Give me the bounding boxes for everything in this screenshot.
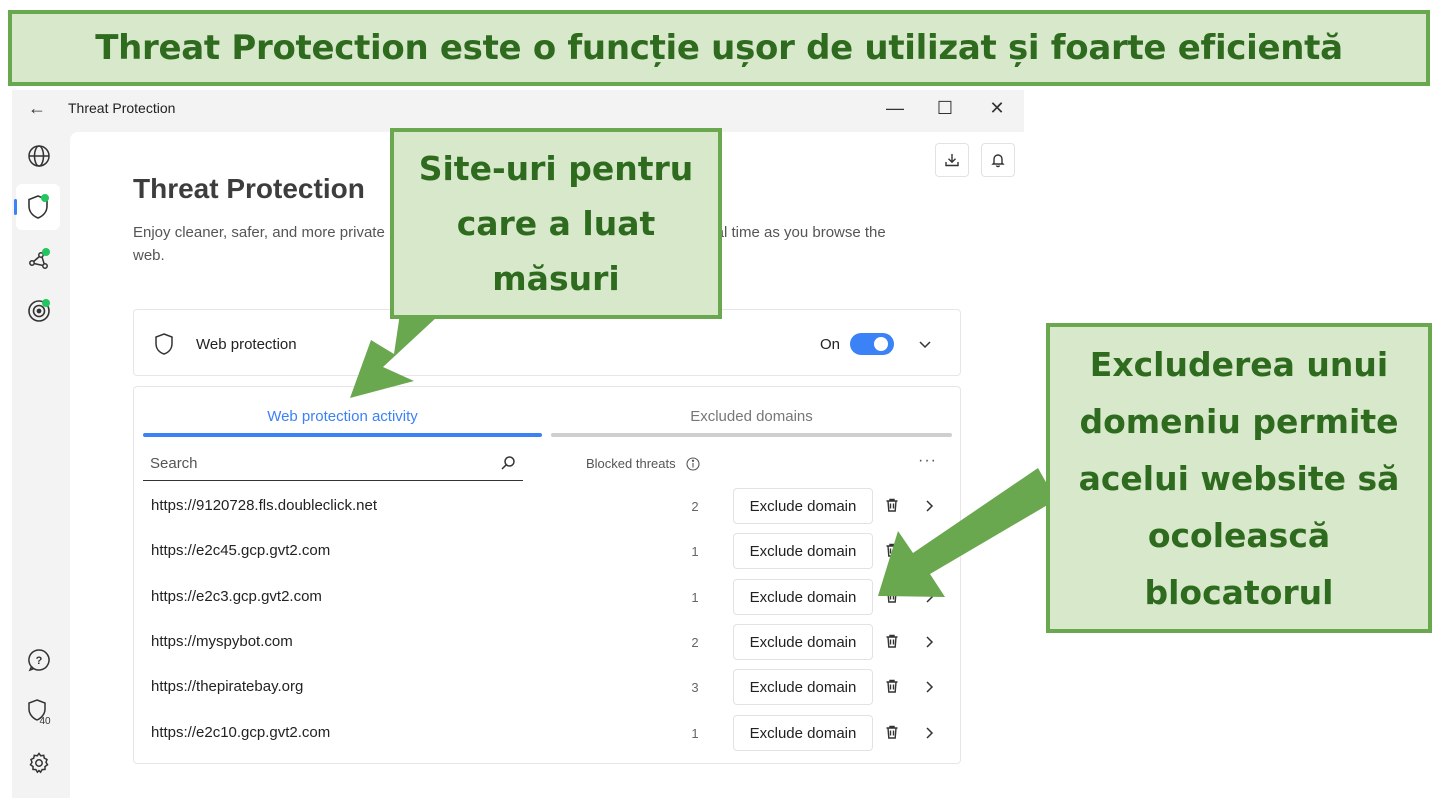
row-url: https://myspybot.com: [151, 633, 293, 650]
window-title: Threat Protection: [68, 100, 176, 116]
tab-web-protection-activity[interactable]: Web protection activity: [143, 408, 542, 425]
globe-icon[interactable]: [24, 141, 54, 171]
exclude-domain-button[interactable]: Exclude domain: [733, 715, 873, 751]
callout-exclude-line-1: Excluderea unui: [1089, 344, 1389, 384]
help-icon[interactable]: ?: [24, 645, 54, 675]
chevron-right-icon[interactable]: [921, 725, 937, 741]
row-url: https://e2c3.gcp.gvt2.com: [151, 588, 322, 605]
description-wrap: web.: [133, 247, 165, 264]
tab-excluded-domains[interactable]: Excluded domains: [551, 408, 952, 425]
row-blocked-count: 1: [691, 590, 699, 605]
shield-outline-icon: [152, 332, 176, 356]
exclude-domain-button[interactable]: Exclude domain: [733, 533, 873, 569]
chevron-right-icon[interactable]: [921, 679, 937, 695]
toggle-knob: [874, 337, 888, 351]
status-dot: [41, 194, 49, 202]
toggle-state-label: On: [820, 336, 841, 353]
exclude-domain-button[interactable]: Exclude domain: [733, 624, 873, 660]
description-left: Enjoy cleaner, safer, and more private: [133, 224, 385, 241]
trash-icon[interactable]: [884, 633, 902, 651]
row-blocked-count: 1: [691, 544, 699, 559]
row-blocked-count: 3: [691, 680, 699, 695]
download-button[interactable]: [935, 143, 969, 177]
shield-icon[interactable]: [23, 192, 53, 222]
callout-sites-line-1: Site-uri pentru: [418, 149, 694, 188]
exclude-domain-button[interactable]: Exclude domain: [733, 488, 873, 524]
chevron-down-icon[interactable]: [917, 336, 933, 352]
sidebar-active-indicator: [14, 199, 17, 215]
bell-icon: [991, 154, 1005, 168]
row-blocked-count: 1: [691, 726, 699, 741]
top-banner: Threat Protection este o funcție ușor de…: [8, 10, 1430, 86]
gear-icon[interactable]: [24, 748, 54, 778]
search-icon[interactable]: [500, 455, 516, 471]
trash-icon[interactable]: [884, 724, 902, 742]
back-arrow-icon[interactable]: ←: [28, 96, 50, 120]
status-dot: [42, 248, 50, 256]
row-url: https://9120728.fls.doubleclick.net: [151, 497, 377, 514]
callout-exclude-line-5: blocatorul: [1144, 572, 1334, 612]
network-icon[interactable]: [24, 245, 54, 275]
blocked-threats-header: Blocked threats: [586, 456, 676, 471]
close-button[interactable]: ✕: [982, 96, 1012, 120]
row-blocked-count: 2: [691, 499, 699, 514]
exclude-domain-button[interactable]: Exclude domain: [733, 669, 873, 705]
shield-badge-count: 40: [39, 716, 51, 726]
status-dot: [42, 299, 50, 307]
search-input[interactable]: Search: [150, 455, 198, 472]
download-icon: [945, 154, 959, 167]
maximize-button[interactable]: ☐: [930, 96, 960, 120]
activity-card: [133, 386, 961, 764]
callout-exclude-line-3: acelui website să: [1078, 458, 1400, 498]
shield-badge-icon[interactable]: 40: [24, 697, 54, 727]
row-url: https://e2c10.gcp.gvt2.com: [151, 724, 331, 741]
minimize-button[interactable]: —: [880, 96, 910, 120]
info-icon[interactable]: [686, 457, 700, 471]
search-underline: [143, 480, 523, 481]
row-url: https://e2c45.gcp.gvt2.com: [151, 542, 331, 559]
notifications-button[interactable]: [981, 143, 1015, 177]
active-tab-underline: [143, 433, 542, 437]
web-protection-label: Web protection: [196, 336, 297, 353]
row-blocked-count: 2: [691, 635, 699, 650]
banner-text: Threat Protection este o funcție ușor de…: [95, 28, 1343, 68]
callout-exclude-line-2: domeniu permite: [1079, 401, 1399, 441]
page-title: Threat Protection: [133, 173, 365, 204]
svg-text:?: ?: [36, 655, 43, 667]
callout-exclude-line-4: ocolească: [1147, 515, 1331, 555]
arrow-to-exclude: [868, 468, 1056, 610]
callout-sites: Site-uri pentru care a luat măsuri: [390, 128, 722, 319]
callout-exclude: Excluderea unui domeniu permite acelui w…: [1046, 323, 1432, 633]
target-icon[interactable]: [24, 296, 54, 326]
tab-underline: [551, 433, 952, 437]
callout-sites-line-2: care a luat: [456, 204, 656, 243]
row-url: https://thepiratebay.org: [151, 678, 304, 695]
callout-sites-line-3: măsuri: [492, 259, 620, 298]
trash-icon[interactable]: [884, 678, 902, 696]
exclude-domain-button[interactable]: Exclude domain: [733, 579, 873, 615]
chevron-right-icon[interactable]: [921, 634, 937, 650]
